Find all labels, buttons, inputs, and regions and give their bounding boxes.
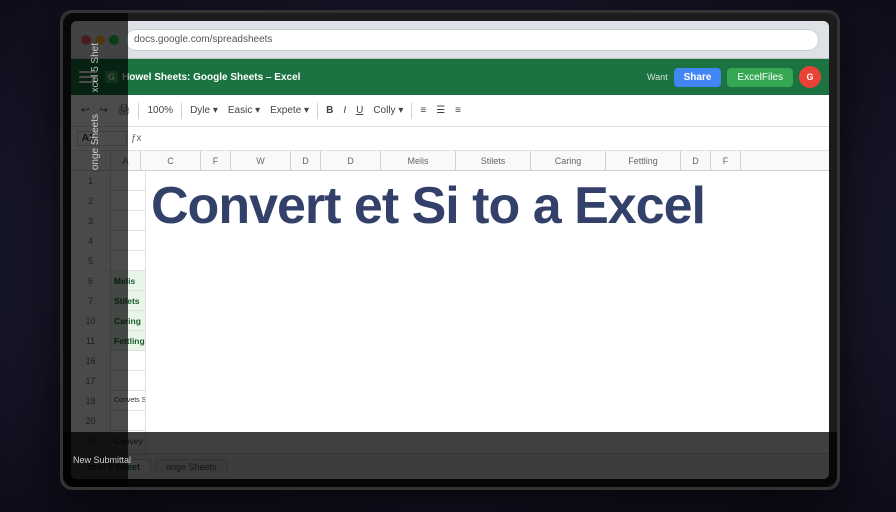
want-label: Want [647, 72, 668, 82]
underline-button[interactable]: U [352, 103, 367, 118]
left-panel-text-1: xcel 5 Shet [90, 43, 101, 92]
italic-button[interactable]: I [339, 103, 350, 118]
align-left[interactable]: ≡ [416, 103, 430, 118]
address-bar[interactable]: docs.google.com/spreadsheets [125, 29, 819, 51]
col-header-d2[interactable]: D [321, 151, 381, 170]
bottom-panel-item-1: New Submittal [73, 455, 131, 465]
formula-bar: ƒx [71, 127, 829, 151]
sheets-appbar: G Howel Sheets: Google Sheets – Excel Wa… [71, 59, 829, 95]
col-header-d3[interactable]: D [681, 151, 711, 170]
browser-chrome: docs.google.com/spreadsheets [71, 21, 829, 59]
col-header-caring[interactable]: Caring [531, 151, 606, 170]
col-header-melis[interactable]: Melis [381, 151, 456, 170]
laptop-frame: docs.google.com/spreadsheets G Howel She… [60, 10, 840, 490]
spreadsheet: A C F W D D Melis Stilets Caring Fettlin… [71, 151, 829, 479]
color-dropdown[interactable]: Colly ▾ [369, 103, 407, 118]
toolbar-divider-4 [411, 103, 412, 119]
col-header-w[interactable]: W [231, 151, 291, 170]
left-panel-text-2: onge Sheets [90, 114, 101, 170]
appbar-actions: Want Share ExcelFiles G [647, 66, 821, 88]
toolbar-divider-1 [138, 103, 139, 119]
column-headers: A C F W D D Melis Stilets Caring Fettlin… [71, 151, 829, 171]
left-panel: xcel 5 Shet onge Sheets [63, 13, 128, 487]
align-center[interactable]: ☰ [432, 103, 449, 118]
col-header-stilets[interactable]: Stilets [456, 151, 531, 170]
col-header-f2[interactable]: F [711, 151, 741, 170]
formula-input[interactable] [146, 133, 823, 144]
bold-button[interactable]: B [322, 103, 337, 118]
formula-icon: ƒx [131, 133, 142, 144]
user-avatar[interactable]: G [799, 66, 821, 88]
screen: docs.google.com/spreadsheets G Howel She… [71, 21, 829, 479]
size-dropdown[interactable]: Easic ▾ [224, 103, 264, 118]
bottom-panel: New Submittal [63, 432, 837, 487]
toolbar-divider-3 [317, 103, 318, 119]
col-header-f[interactable]: F [201, 151, 231, 170]
zoom-button[interactable]: 100% [143, 103, 177, 118]
format-dropdown[interactable]: Expete ▾ [266, 103, 313, 118]
align-right[interactable]: ≡ [451, 103, 465, 118]
sheets-logo: G Howel Sheets: Google Sheets – Excel [105, 71, 300, 83]
toolbar-divider-2 [181, 103, 182, 119]
share-button[interactable]: Share [674, 68, 722, 87]
font-dropdown[interactable]: Dyle ▾ [186, 103, 222, 118]
table-row: Melis Stilets Caring Fettling [111, 171, 829, 371]
col-header-fettling[interactable]: Fettling [606, 151, 681, 170]
col-header-c[interactable]: C [141, 151, 201, 170]
toolbar: ↩ ↪ 🖨 100% Dyle ▾ Easic ▾ Expete ▾ B I U… [71, 95, 829, 127]
excel-action-button[interactable]: ExcelFiles [727, 68, 793, 87]
address-text: docs.google.com/spreadsheets [134, 34, 272, 45]
col-header-d1[interactable]: D [291, 151, 321, 170]
sheets-logo-text: Howel Sheets: Google Sheets – Excel [122, 72, 300, 83]
